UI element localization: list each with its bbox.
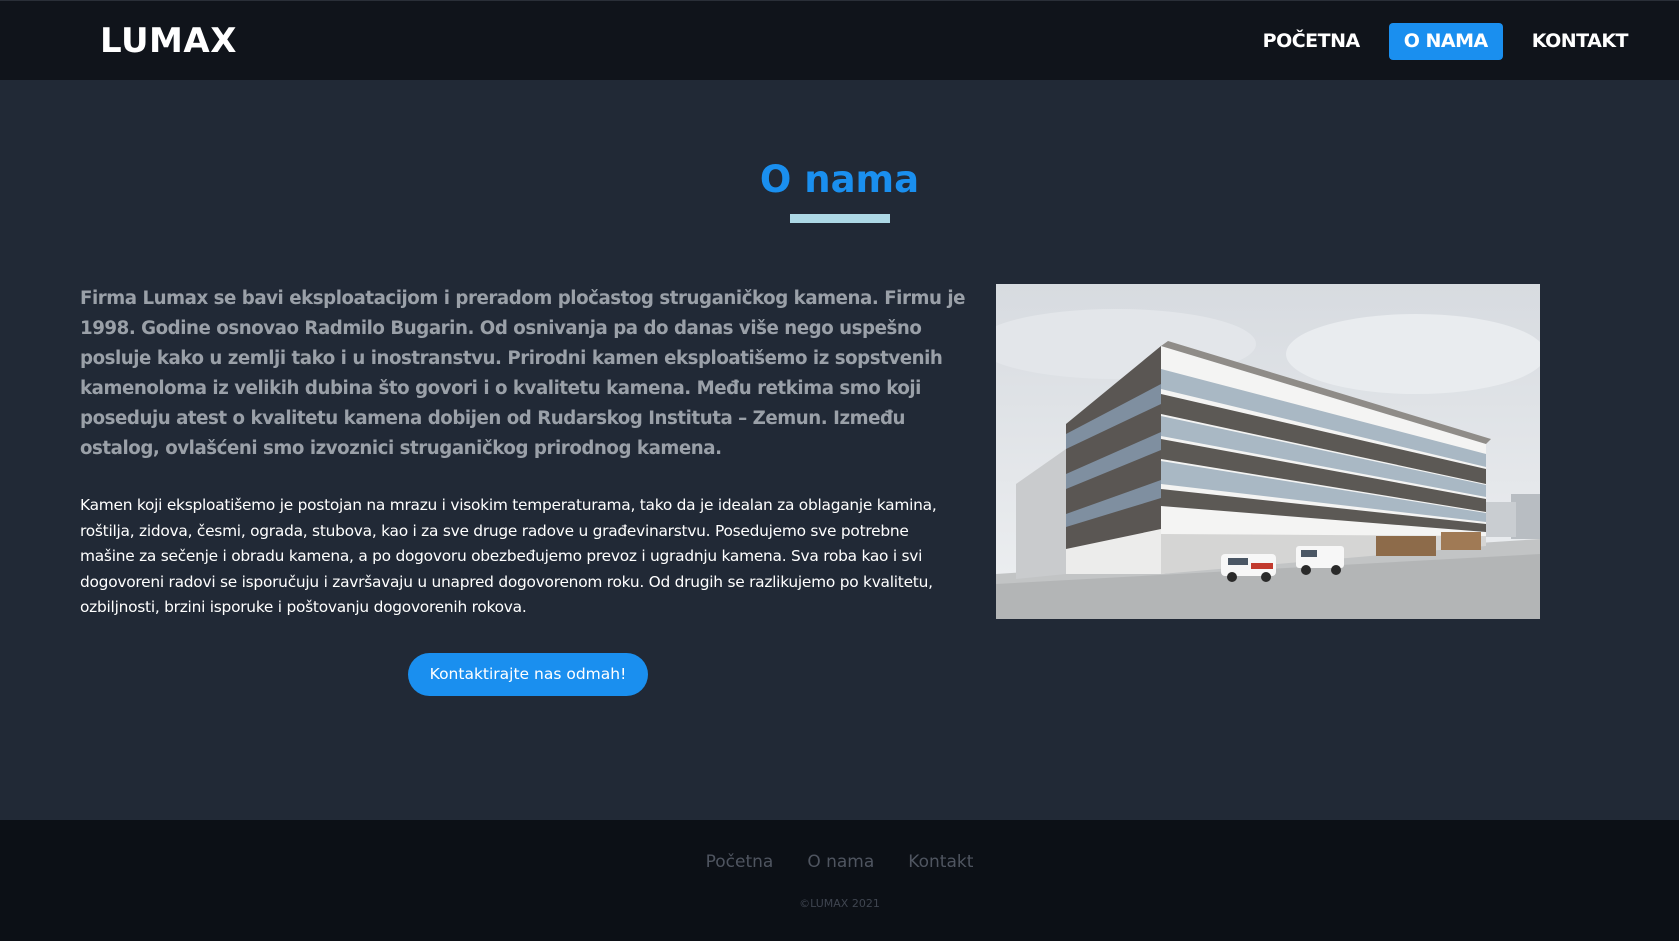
logo[interactable]: LUMAX [100, 19, 237, 63]
nav-item-pocetna[interactable]: POČETNA [1248, 23, 1375, 60]
contact-now-button[interactable]: Kontaktirajte nas odmah! [408, 653, 648, 696]
title-underline [790, 214, 890, 223]
footer-nav: Početna O nama Kontakt [0, 850, 1679, 874]
about-section: O nama Firma Lumax se bavi eksploatacijo… [0, 80, 1679, 820]
building-illustration [996, 284, 1540, 619]
nav-item-o-nama[interactable]: O NAMA [1388, 23, 1503, 60]
page-title: O nama [759, 157, 920, 201]
footer-link-o-nama[interactable]: O nama [807, 850, 874, 874]
intro-paragraph: Firma Lumax se bavi eksploatacijom i pre… [80, 288, 966, 459]
company-building-photo [996, 284, 1540, 619]
top-navbar: LUMAX POČETNA O NAMA KONTAKT [0, 0, 1679, 80]
copyright-text: ©LUMAX 2021 [799, 897, 880, 910]
nav-item-kontakt[interactable]: KONTAKT [1517, 23, 1643, 60]
footer-link-pocetna[interactable]: Početna [706, 850, 774, 874]
body-paragraph: Kamen koji eksploatišemo je postojan na … [80, 496, 937, 616]
footer-link-kontakt[interactable]: Kontakt [908, 850, 973, 874]
main-nav: POČETNA O NAMA KONTAKT [1234, 23, 1643, 60]
footer: Početna O nama Kontakt ©LUMAX 2021 [0, 820, 1679, 941]
